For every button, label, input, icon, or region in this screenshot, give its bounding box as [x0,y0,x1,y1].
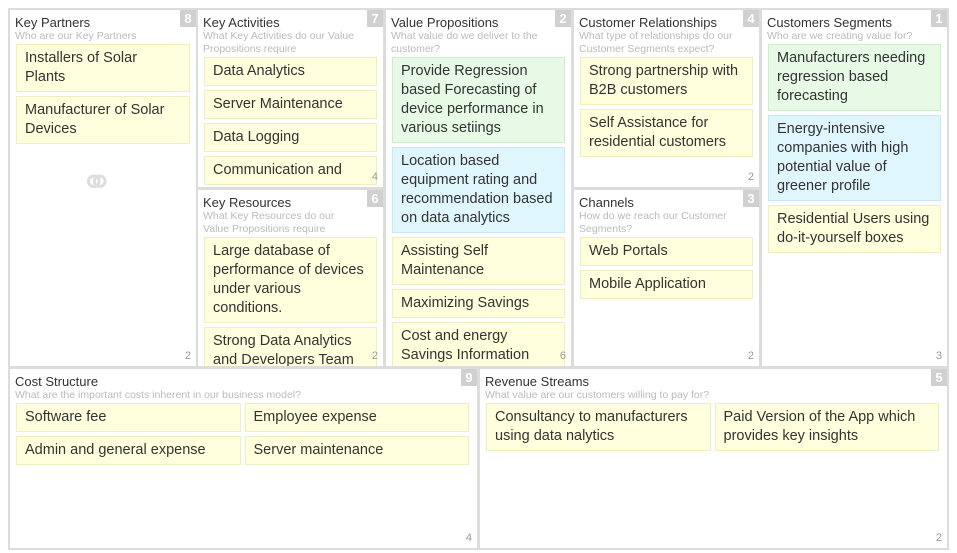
sticky-note[interactable]: Strong partnership with B2B customers [580,57,753,105]
sticky-note[interactable]: Paid Version of the App which provides k… [714,403,939,451]
panel-subtitle: What Key Activities do our Value Proposi… [203,30,354,55]
panel-subtitle: What are the important costs inherent in… [15,389,301,401]
panel-title: Key Activities [203,15,280,30]
panel-customer-relationships: Customer Relationships What type of relat… [574,10,759,187]
panel-title: Cost Structure [15,374,99,389]
card-list: Strong partnership with B2B customers Sel… [580,57,753,161]
sticky-note[interactable]: Consultancy to manufacturers using data … [486,403,711,451]
panel-number-badge: 2 [555,10,571,27]
panel-subtitle: What Key Resources do our Value Proposit… [203,210,335,235]
panel-subtitle: Who are we creating value for? [767,30,913,42]
panel-subtitle: What value do we deliver to the customer… [391,30,538,55]
panel-title: Channels [579,195,634,210]
note-count: 2 [747,171,754,183]
note-count: 2 [184,350,191,362]
panel-title: Key Partners [15,15,91,30]
note-count: 2 [935,532,942,544]
panel-title: Value Propositions [391,15,499,30]
note-count: 2 [371,350,378,362]
sticky-note[interactable]: Provide Regression based Forecasting of … [392,57,565,143]
sticky-note[interactable]: Web Portals [580,237,753,266]
sticky-note[interactable]: Mobile Application [580,270,753,299]
sticky-note[interactable]: Large database of performance of devices… [204,237,377,323]
sticky-note[interactable]: Data Analytics [204,57,377,86]
sticky-note[interactable]: Manufacturers needing regression based f… [768,44,941,111]
sticky-note[interactable]: Location based equipment rating and reco… [392,147,565,233]
sticky-note[interactable]: Software fee [16,403,241,432]
panel-number-badge: 7 [367,10,383,27]
note-count: 6 [559,350,566,362]
panel-number-badge: 5 [931,369,947,386]
note-count: 4 [465,532,472,544]
panel-number-badge: 9 [461,369,477,386]
panel-key-resources: Key Resources What Key Resources do our V… [198,190,383,366]
sticky-note[interactable]: Employee expense [244,403,469,432]
panel-channels: Channels How do we reach our Customer Seg… [574,190,759,366]
card-list: Manufacturers needing regression based f… [768,44,941,257]
card-list: Software fee Employee expense Admin and ge… [16,403,469,469]
note-count: 2 [747,350,754,362]
card-list: Installers of Solar Plants Manufacturer o… [16,44,190,148]
panel-number-badge: 6 [367,190,383,207]
panel-number-badge: 4 [743,10,759,27]
sticky-note[interactable]: Installers of Solar Plants [16,44,190,92]
sticky-note[interactable]: Admin and general expense [16,436,241,465]
sticky-note[interactable]: Communication and [204,156,377,185]
panel-number-badge: 8 [180,10,196,27]
panel-title: Revenue Streams [485,374,590,389]
panel-key-partners: ⚭ Key Partners Who are our Key Partners 8 In… [10,10,196,366]
sticky-note[interactable]: Assisting Self Maintenance [392,237,565,285]
panel-number-badge: 3 [743,190,759,207]
panel-title: Customer Relationships [579,15,718,30]
chain-link-icon: ⚭ [80,161,114,205]
sticky-note[interactable]: Self Assistance for residential customer… [580,109,753,157]
panel-key-activities: Key Activities What Key Activities do our… [198,10,383,187]
panel-value-propositions: Value Propositions What value do we deliv… [386,10,571,366]
card-list: Consultancy to manufacturers using data … [486,403,939,455]
business-model-canvas: ⚭ Key Partners Who are our Key Partners 8 In… [8,8,949,550]
panel-subtitle: What value are our customers willing to … [485,389,710,401]
sticky-note[interactable]: Data Logging [204,123,377,152]
card-list: Data Analytics Server Maintenance Data Log… [204,57,377,187]
sticky-note[interactable]: Server maintenance [244,436,469,465]
note-count: 3 [935,350,942,362]
panel-subtitle: Who are our Key Partners [15,30,137,42]
panel-subtitle: What type of relationships do our Custom… [579,30,733,55]
note-count: 4 [371,171,378,183]
sticky-note[interactable]: Maximizing Savings [392,289,565,318]
sticky-note[interactable]: Strong Data Analytics and Developers Tea… [204,327,377,366]
sticky-note[interactable]: Residential Users using do-it-yourself b… [768,205,941,253]
panel-subtitle: How do we reach our Customer Segments? [579,210,727,235]
panel-customer-segments: Customers Segments Who are we creating va… [762,10,947,366]
panel-cost-structure: Cost Structure What are the important cos… [10,369,477,548]
panel-title: Key Resources [203,195,292,210]
panel-number-badge: 1 [931,10,947,27]
sticky-note[interactable]: Cost and energy Savings Information [392,322,565,366]
card-list: Web Portals Mobile Application [580,237,753,303]
card-list: Large database of performance of devices… [204,237,377,366]
sticky-note[interactable]: Server Maintenance [204,90,377,119]
sticky-note[interactable]: Manufacturer of Solar Devices [16,96,190,144]
panel-title: Customers Segments [767,15,892,30]
card-list: Provide Regression based Forecasting of … [392,57,565,366]
sticky-note[interactable]: Energy-intensive companies with high pot… [768,115,941,201]
panel-revenue-streams: Revenue Streams What value are our custom… [480,369,947,548]
